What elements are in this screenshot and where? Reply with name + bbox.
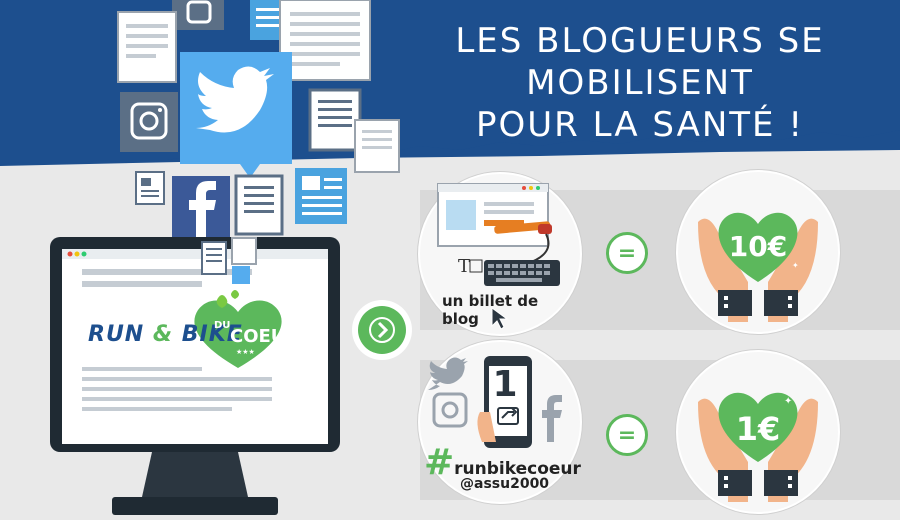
logo-coeur: COEUR: [230, 326, 300, 347]
blog-post-card: T un billet de blog: [418, 172, 582, 336]
logo-stars: ★★★: [236, 348, 255, 356]
hashtag-symbol: #: [424, 442, 455, 483]
svg-text:T: T: [458, 256, 470, 277]
svg-text:✦: ✦: [784, 396, 792, 407]
twitter-handle: @assu2000: [460, 476, 550, 492]
document-icon: [117, 11, 177, 83]
chevron-right-icon: [358, 306, 406, 354]
phone-count: 1: [492, 364, 518, 405]
cursor-icon: [491, 307, 509, 330]
headline-line-2: POUR LA SANTÉ !: [476, 105, 804, 145]
logo-du: DU: [214, 320, 231, 331]
headline-line-1: LES BLOGUEURS SE MOBILISENT: [455, 21, 825, 103]
logo-run: RUN: [88, 322, 145, 347]
logo-amp: &: [152, 322, 174, 347]
equals-sign-2: =: [606, 414, 648, 456]
instagram-icon-top: [172, 0, 224, 30]
social-cluster: [117, 0, 400, 238]
hashtag: #runbikecoeur: [424, 445, 581, 481]
facebook-icon: [172, 176, 230, 238]
paper-icon: [279, 0, 371, 81]
donation-card-10: ✦ 10€: [676, 170, 840, 334]
social-share-card: 1 #runbikecoeur @assu2000: [418, 340, 582, 504]
article-icon-right-2: [354, 119, 400, 173]
amount-1: 1€: [735, 410, 781, 448]
article-icon-right: [308, 88, 362, 152]
blog-illustration: T: [437, 183, 560, 286]
next-arrow-button[interactable]: [352, 300, 412, 360]
twitter-icon: [180, 52, 292, 178]
amount-10: 10€: [728, 230, 788, 263]
run-bike-logo: RUN & BIKE DU COEUR ★★★: [88, 290, 299, 380]
small-doc-icon: [135, 171, 165, 205]
donation-card-1: ✦ 1€: [676, 350, 840, 514]
clipped-docs: [201, 237, 257, 284]
article-icon-mid: [234, 174, 284, 236]
instagram-icon: [120, 92, 178, 152]
headline: LES BLOGUEURS SE MOBILISENT POUR LA SANT…: [400, 20, 880, 146]
equals-sign-1: =: [606, 232, 648, 274]
blog-doc-icon-2: [295, 168, 347, 224]
